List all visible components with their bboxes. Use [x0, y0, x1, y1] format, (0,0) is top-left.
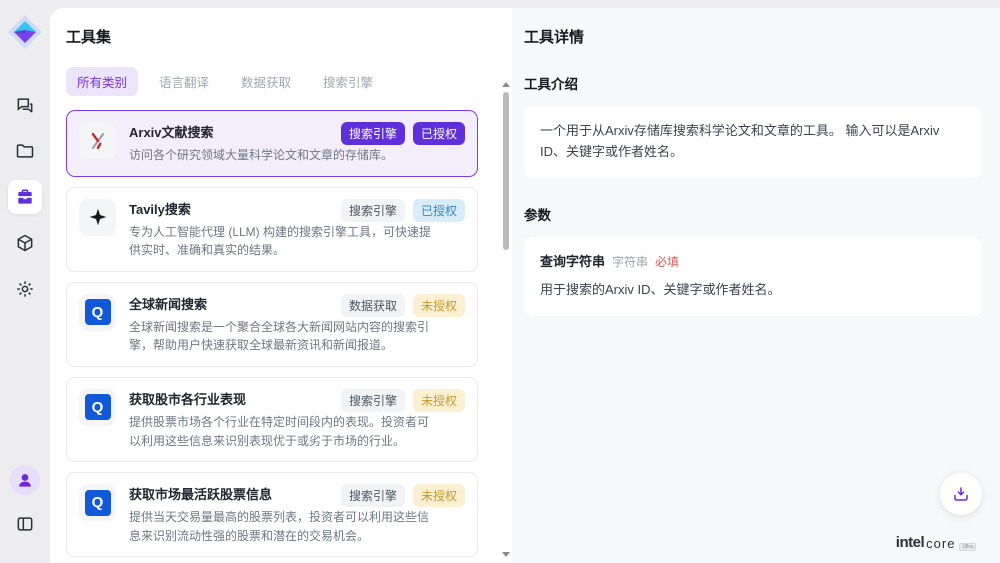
list-scrollbar[interactable] — [502, 84, 510, 555]
tool-badges: 搜索引擎 已授权 — [341, 122, 465, 145]
auth-status-badge: 未授权 — [413, 389, 465, 412]
param-card: 查询字符串 字符串 必填 用于搜索的Arxiv ID、关键字或作者姓名。 — [524, 237, 982, 317]
category-badge: 数据获取 — [341, 294, 405, 317]
q-logo-icon: Q — [79, 294, 116, 331]
auth-status-badge: 已授权 — [413, 122, 465, 145]
tool-badges: 搜索引擎 未授权 — [341, 389, 465, 412]
toolset-panel: 工具集 所有类别语言翻译数据获取搜索引擎 Arxiv文献搜索 访问各个研究领域大… — [50, 8, 512, 563]
toolbox-icon[interactable] — [8, 180, 42, 214]
tool-card[interactable]: Q 全球新闻搜索 全球新闻搜索是一个聚合全球各大新闻网站内容的搜索引擎，帮助用户… — [66, 282, 478, 367]
tool-card[interactable]: Q 获取市场最活跃股票信息 提供当天交易量最高的股票列表，投资者可以利用这些信息… — [66, 472, 478, 557]
cube-icon[interactable] — [8, 226, 42, 260]
tool-card[interactable]: Q 获取股市各行业表现 提供股票市场各个行业在特定时间段内的表现。投资者可以利用… — [66, 377, 478, 462]
intel-core-logo: intel core Ultra — [896, 534, 976, 551]
tool-description: 提供股票市场各个行业在特定时间段内的表现。投资者可以利用这些信息来识别表现优于或… — [129, 413, 434, 450]
category-badge: 搜索引擎 — [341, 484, 405, 507]
q-logo-icon: Q — [79, 484, 116, 521]
tool-description: 提供当天交易量最高的股票列表，投资者可以利用这些信息来识别流动性强的股票和潜在的… — [129, 508, 434, 545]
param-header: 查询字符串 字符串 必填 — [540, 252, 966, 273]
param-type: 字符串 — [612, 253, 648, 272]
detail-title: 工具详情 — [524, 26, 982, 47]
intro-section-title: 工具介绍 — [524, 73, 982, 93]
chat-icon[interactable] — [8, 88, 42, 122]
tab-1[interactable]: 语言翻译 — [148, 67, 220, 96]
sidebar — [0, 0, 50, 563]
tool-card[interactable]: Arxiv文献搜索 访问各个研究领域大量科学论文和文章的存储库。 搜索引擎 已授… — [66, 110, 478, 177]
tool-description: 访问各个研究领域大量科学论文和文章的存储库。 — [129, 146, 434, 165]
param-description: 用于搜索的Arxiv ID、关键字或作者姓名。 — [540, 280, 966, 301]
auth-status-badge: 未授权 — [413, 484, 465, 507]
tool-list: Arxiv文献搜索 访问各个研究领域大量科学论文和文章的存储库。 搜索引擎 已授… — [66, 110, 478, 563]
tavily-icon — [79, 199, 116, 236]
auth-status-badge: 已授权 — [413, 199, 465, 222]
tab-3[interactable]: 搜索引擎 — [312, 67, 384, 96]
arxiv-icon — [79, 122, 116, 159]
app-logo-icon — [7, 14, 43, 50]
auth-status-badge: 未授权 — [413, 294, 465, 317]
ultra-badge: Ultra — [959, 543, 976, 551]
tool-badges: 搜索引擎 未授权 — [341, 484, 465, 507]
tool-badges: 搜索引擎 已授权 — [341, 199, 465, 222]
category-badge: 搜索引擎 — [341, 199, 405, 222]
scrollbar-thumb[interactable] — [503, 92, 509, 250]
settings-gear-icon[interactable] — [8, 272, 42, 306]
tab-2[interactable]: 数据获取 — [230, 67, 302, 96]
download-icon — [952, 485, 970, 503]
scroll-down-arrow-icon[interactable] — [502, 552, 510, 557]
panel-toggle-icon[interactable] — [8, 507, 42, 541]
param-name: 查询字符串 — [540, 252, 605, 273]
core-wordmark: core — [926, 536, 955, 551]
user-avatar-icon[interactable] — [10, 465, 40, 495]
intel-wordmark: intel — [896, 534, 924, 551]
folder-icon[interactable] — [8, 134, 42, 168]
category-badge: 搜索引擎 — [341, 122, 405, 145]
params-section-title: 参数 — [524, 204, 982, 224]
content-area: 工具集 所有类别语言翻译数据获取搜索引擎 Arxiv文献搜索 访问各个研究领域大… — [50, 8, 1000, 563]
scroll-up-arrow-icon[interactable] — [502, 82, 510, 87]
intro-text: 一个用于从Arxiv存储库搜索科学论文和文章的工具。 输入可以是Arxiv ID… — [540, 123, 939, 159]
tool-description: 全球新闻搜索是一个聚合全球各大新闻网站内容的搜索引擎，帮助用户快速获取全球最新资… — [129, 318, 434, 355]
param-required-flag: 必填 — [655, 253, 679, 272]
q-logo-icon: Q — [79, 389, 116, 426]
tool-detail-panel: 工具详情 工具介绍 一个用于从Arxiv存储库搜索科学论文和文章的工具。 输入可… — [512, 8, 1000, 563]
tab-0[interactable]: 所有类别 — [66, 67, 138, 96]
toolset-title: 工具集 — [66, 26, 512, 47]
category-badge: 搜索引擎 — [341, 389, 405, 412]
intro-card: 一个用于从Arxiv存储库搜索科学论文和文章的工具。 输入可以是Arxiv ID… — [524, 106, 982, 178]
tool-description: 专为人工智能代理 (LLM) 构建的搜索引擎工具，可快速提供实时、准确和真实的结… — [129, 223, 434, 260]
download-button[interactable] — [940, 473, 982, 515]
tool-card[interactable]: Tavily搜索 专为人工智能代理 (LLM) 构建的搜索引擎工具，可快速提供实… — [66, 187, 478, 272]
category-tabs: 所有类别语言翻译数据获取搜索引擎 — [66, 67, 512, 96]
tool-badges: 数据获取 未授权 — [341, 294, 465, 317]
